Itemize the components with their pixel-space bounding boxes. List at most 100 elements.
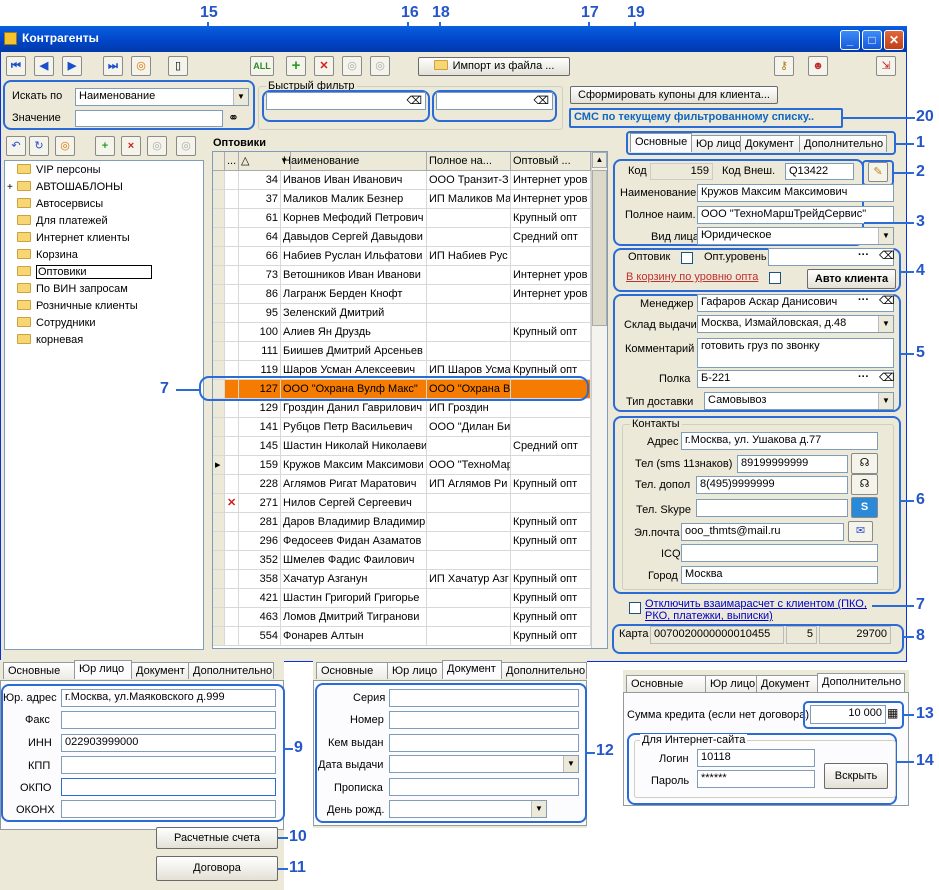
tree-item[interactable]: Сотрудники xyxy=(7,315,203,332)
expand-icon[interactable]: + xyxy=(7,179,17,196)
issue-date-select[interactable]: ▼ xyxy=(389,755,579,773)
column-header-full-name[interactable]: Полное на... xyxy=(427,152,511,171)
email-field[interactable]: ooo_thmts@mail.ru xyxy=(681,523,844,541)
okonh-field[interactable] xyxy=(61,800,276,818)
close-button[interactable]: ✕ xyxy=(884,30,904,50)
add-icon[interactable]: + xyxy=(286,56,306,76)
rotate-icon[interactable]: ↻ xyxy=(29,136,49,156)
import-button[interactable]: Импорт из файла ... xyxy=(418,57,570,76)
birthday-select[interactable]: ▼ xyxy=(389,800,547,818)
column-header-dots[interactable]: ... xyxy=(225,152,239,171)
address-field[interactable]: г.Москва, ул. Ушакова д.77 xyxy=(681,432,878,450)
tree-item[interactable]: Оптовики xyxy=(7,264,203,281)
minimize-button[interactable]: _ xyxy=(840,30,860,50)
auto-client-button[interactable]: Авто клиента xyxy=(807,269,896,289)
tree-item[interactable]: + АВТОШАБЛОНЫ xyxy=(7,179,203,196)
sms-button[interactable]: СМС по текущему фильтрованному списку.. xyxy=(574,111,814,123)
prev-record-icon[interactable]: ◀ xyxy=(34,56,54,76)
table-row[interactable]: 111 Биишев Дмитрий Арсеньев xyxy=(213,342,591,361)
delete-group-icon[interactable]: × xyxy=(121,136,141,156)
table-row[interactable]: 554 Фонарев Алтын Крупный опт xyxy=(213,627,591,646)
more-icon[interactable]: ··· xyxy=(858,249,869,261)
undo-icon[interactable]: ↶ xyxy=(6,136,26,156)
coupons-button[interactable]: Сформировать купоны для клиента... xyxy=(570,86,778,104)
tree-item[interactable]: По ВИН запросам xyxy=(7,281,203,298)
code-field[interactable]: 159 xyxy=(650,163,713,180)
table-row[interactable]: 66 Набиев Руслан Ильфатови ИП Набиев Рус xyxy=(213,247,591,266)
delivery-select[interactable]: Самовывоз ▼ xyxy=(704,392,894,410)
offset-checkbox[interactable] xyxy=(629,602,641,614)
tab-0[interactable]: Основные xyxy=(626,675,706,692)
table-row[interactable]: ✕ 271 Нилов Сергей Сергеевич xyxy=(213,494,591,513)
exit-icon[interactable]: ⇲ xyxy=(876,56,896,76)
search-value-input[interactable] xyxy=(75,110,223,127)
table-row[interactable]: 95 Зеленский Дмитрий xyxy=(213,304,591,323)
table-row[interactable]: 145 Шастин Николай Николаеви Средний опт xyxy=(213,437,591,456)
tab-1[interactable]: Юр лицо xyxy=(74,660,132,679)
new-document-icon[interactable]: ▯ xyxy=(168,56,188,76)
accounts-button[interactable]: Расчетные счета xyxy=(156,827,278,849)
warehouse-select[interactable]: Москва, Измайловская, д.48 ▼ xyxy=(697,315,894,333)
skype-icon[interactable]: S xyxy=(851,497,878,518)
tab-3[interactable]: Дополнительно xyxy=(188,662,274,679)
tab-2[interactable]: Документ xyxy=(756,675,818,692)
pencil-key-icon[interactable]: ✎ xyxy=(868,162,888,182)
table-row[interactable]: 296 Федосеев Фидан Азаматов Крупный опт xyxy=(213,532,591,551)
quick-filter-input-1[interactable]: ⌫ xyxy=(266,92,426,110)
table-row[interactable]: 421 Шастин Григорий Григорье Крупный опт xyxy=(213,589,591,608)
eraser-icon[interactable]: ⌫ xyxy=(406,94,422,107)
password-field[interactable]: ****** xyxy=(697,770,815,788)
fax-field[interactable] xyxy=(61,711,276,729)
table-row[interactable]: 463 Ломов Дмитрий Тигранови Крупный опт xyxy=(213,608,591,627)
search-by-select[interactable]: Наименование ▼ xyxy=(75,88,249,106)
first-record-icon[interactable]: ⏮ xyxy=(6,56,26,76)
tree-item[interactable]: Интернет клиенты xyxy=(7,230,203,247)
tab-3[interactable]: Дополнительно xyxy=(817,673,905,692)
offset-link[interactable]: Отключить взаимарасчет с клиентом (ПКО, … xyxy=(645,598,870,622)
skype-field[interactable] xyxy=(696,499,848,517)
last-record-icon[interactable]: ⏭ xyxy=(103,56,123,76)
quick-filter-input-2[interactable]: ⌫ xyxy=(436,92,553,110)
entity-select[interactable]: Юридическое ▼ xyxy=(697,227,894,245)
more-icon[interactable]: ··· xyxy=(858,294,869,306)
contracts-button[interactable]: Договора xyxy=(156,856,278,881)
tab-1[interactable]: Юр лицо xyxy=(387,662,443,679)
registration-field[interactable] xyxy=(389,778,579,796)
delete-icon[interactable]: ✕ xyxy=(314,56,334,76)
table-row[interactable]: 129 Гроздин Данил Гаврилович ИП Гроздин xyxy=(213,399,591,418)
open-button[interactable]: Вскрыть xyxy=(824,763,888,789)
table-row[interactable]: 228 Аглямов Ригат Маратович ИП Аглямов Ри К… xyxy=(213,475,591,494)
login-field[interactable]: 10118 xyxy=(697,749,815,767)
table-row[interactable]: 281 Даров Владимир Владимир Крупный опт xyxy=(213,513,591,532)
credit-field[interactable]: 10 000 xyxy=(810,705,886,724)
tree-item[interactable]: Для платежей xyxy=(7,213,203,230)
city-field[interactable]: Москва xyxy=(681,566,878,584)
more-icon[interactable]: ··· xyxy=(858,371,869,383)
tree-item[interactable]: Корзина xyxy=(7,247,203,264)
inn-field[interactable]: 022903999000 xyxy=(61,734,276,752)
icq-field[interactable] xyxy=(681,544,878,562)
binoculars-icon[interactable]: ⚭ xyxy=(228,110,239,126)
headset-icon[interactable]: ☊ xyxy=(851,474,878,495)
tree-item[interactable]: Автосервисы xyxy=(7,196,203,213)
tab-1[interactable]: Юр лицо xyxy=(705,675,757,692)
maximize-button[interactable]: □ xyxy=(862,30,882,50)
series-field[interactable] xyxy=(389,689,579,707)
scroll-up-icon[interactable]: ▲ xyxy=(592,152,607,168)
tree-item[interactable]: корневая xyxy=(7,332,203,349)
headset-icon[interactable]: ☊ xyxy=(851,453,878,474)
kpp-field[interactable] xyxy=(61,756,276,774)
table-row[interactable]: ▸ 159 Кружов Максим Максимови ООО "ТехноМар xyxy=(213,456,591,475)
table-row[interactable]: 141 Рубцов Петр Васильевич ООО "Дилан Би xyxy=(213,418,591,437)
eraser-icon[interactable]: ⌫ xyxy=(879,371,895,384)
table-row[interactable]: 352 Шмелев Фадис Фаилович xyxy=(213,551,591,570)
table-row[interactable]: 34 Иванов Иван Иванович ООО Транзит-З Интер… xyxy=(213,171,591,190)
eraser-icon[interactable]: ⌫ xyxy=(879,294,895,307)
mail-icon[interactable]: ✉ xyxy=(848,521,873,542)
table-row[interactable]: 358 Хачатур Азганун ИП Хачатур Азг Крупный … xyxy=(213,570,591,589)
tab-2[interactable]: Документ xyxy=(442,660,502,679)
tree-item[interactable]: Розничные клиенты xyxy=(7,298,203,315)
next-record-icon[interactable]: ▶ xyxy=(62,56,82,76)
basket-by-level-link[interactable]: В корзину по уровню опта xyxy=(626,271,758,283)
table-row[interactable]: 37 Маликов Малик Безнер ИП Маликов Ма Интер… xyxy=(213,190,591,209)
